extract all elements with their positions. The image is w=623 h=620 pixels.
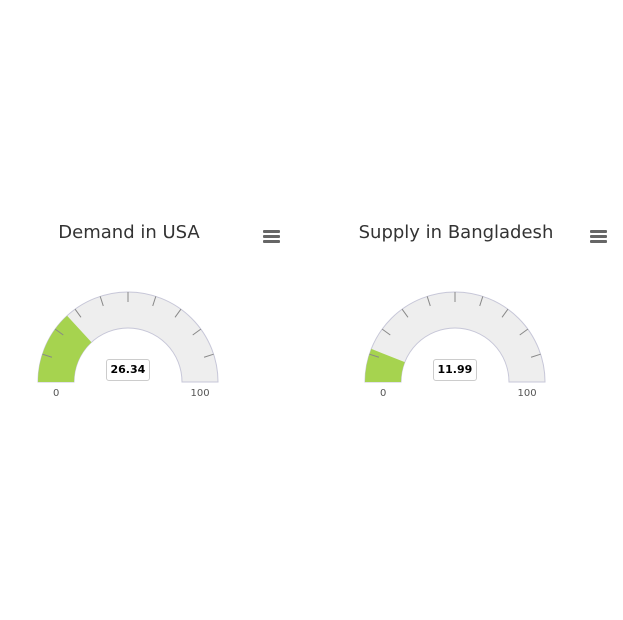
chart-title: Supply in Bangladesh bbox=[358, 222, 554, 243]
axis-min-label: 0 bbox=[53, 388, 60, 399]
gauge-svg bbox=[37, 291, 219, 383]
gauge-panel-demand: Demand in USA 26.34 0 100 bbox=[0, 216, 290, 416]
axis-max-label: 100 bbox=[517, 388, 537, 399]
hamburger-menu-icon bbox=[590, 230, 607, 233]
chart-menu-button[interactable] bbox=[263, 230, 281, 246]
axis-max-label: 100 bbox=[190, 388, 210, 399]
chart-title: Demand in USA bbox=[58, 222, 200, 243]
page: Demand in USA 26.34 0 100 Supply in Bang… bbox=[0, 0, 623, 620]
gauge-svg bbox=[364, 291, 546, 383]
gauge-value-label: 26.34 bbox=[105, 359, 151, 381]
gauge-value-label: 11.99 bbox=[432, 359, 478, 381]
axis-min-label: 0 bbox=[380, 388, 387, 399]
hamburger-menu-icon bbox=[263, 230, 280, 233]
gauge-panel-supply: Supply in Bangladesh 11.99 0 100 bbox=[327, 216, 617, 416]
chart-menu-button[interactable] bbox=[590, 230, 608, 246]
